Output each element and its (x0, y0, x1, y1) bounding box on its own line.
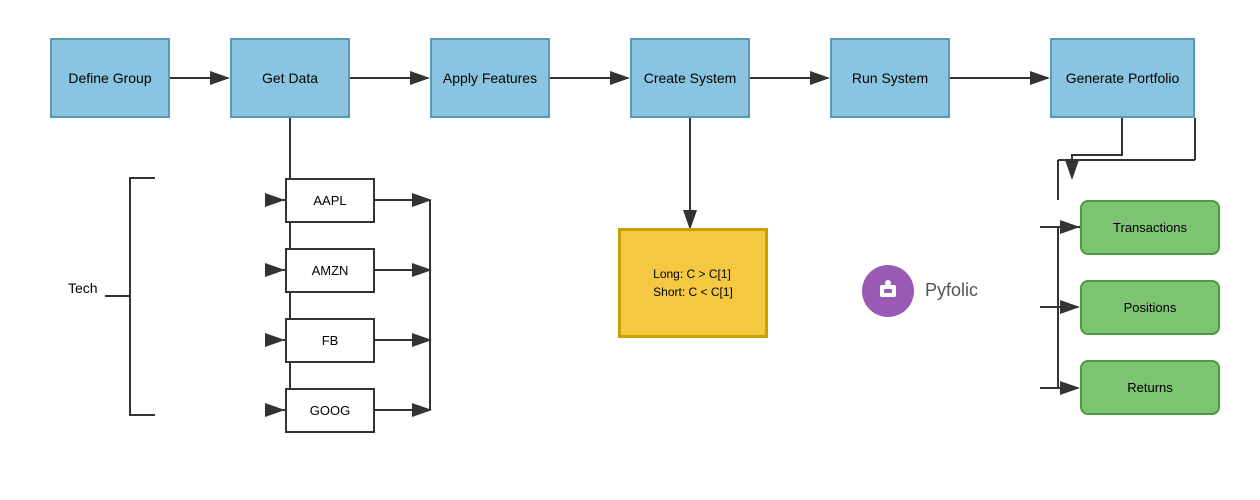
run-system-box: Run System (830, 38, 950, 118)
tech-label: Tech (68, 280, 98, 296)
pyfolic-icon (874, 277, 902, 305)
pyfolic-logo (862, 265, 914, 317)
create-system-box: Create System (630, 38, 750, 118)
define-group-box: Define Group (50, 38, 170, 118)
amzn-box: AMZN (285, 248, 375, 293)
positions-cylinder: Positions (1080, 280, 1220, 335)
goog-box: GOOG (285, 388, 375, 433)
system-strategy-box: Long: C > C[1]Short: C < C[1] (618, 228, 768, 338)
get-data-box: Get Data (230, 38, 350, 118)
pyfolic-label: Pyfolic (925, 280, 978, 301)
returns-cylinder: Returns (1080, 360, 1220, 415)
apply-features-box: Apply Features (430, 38, 550, 118)
fb-box: FB (285, 318, 375, 363)
transactions-cylinder: Transactions (1080, 200, 1220, 255)
aapl-box: AAPL (285, 178, 375, 223)
workflow-diagram: Define Group Get Data Apply Features Cre… (0, 0, 1260, 500)
generate-portfolio-box: Generate Portfolio (1050, 38, 1195, 118)
